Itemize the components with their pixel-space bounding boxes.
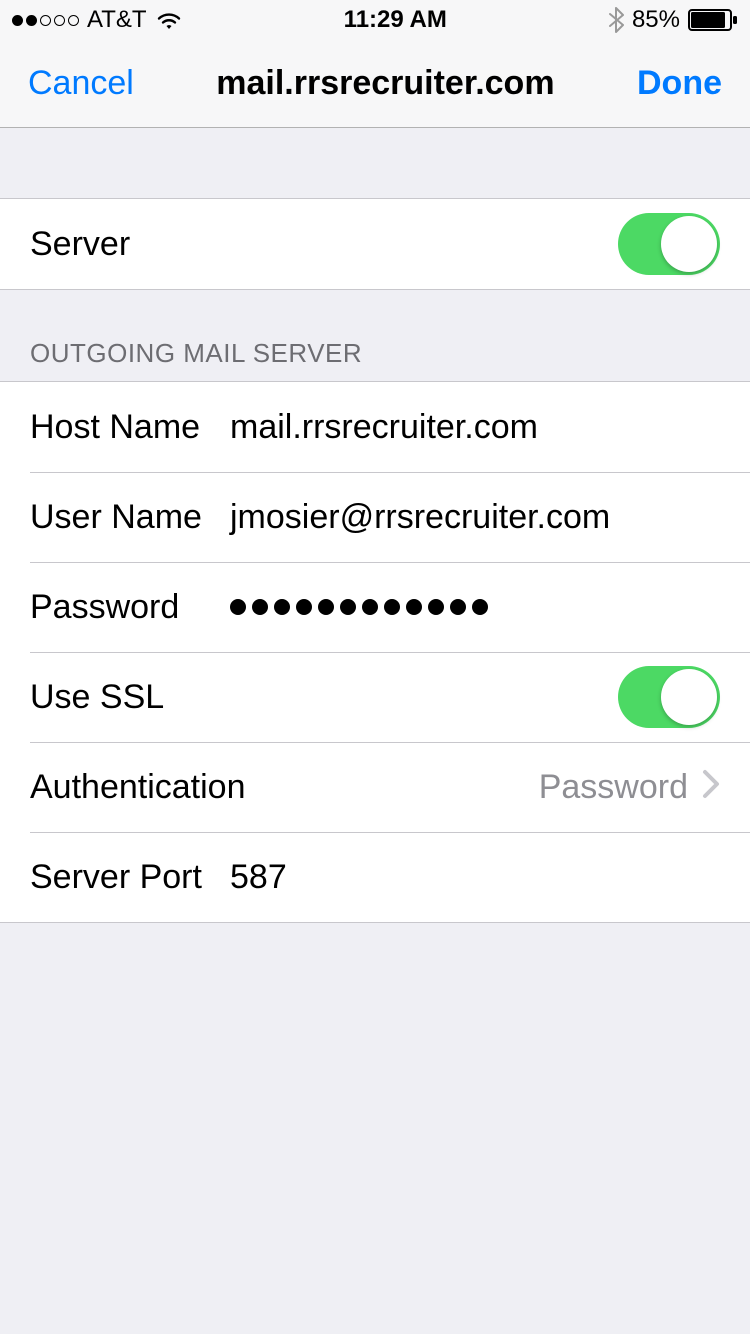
- username-label: User Name: [30, 498, 230, 537]
- battery-icon: [688, 9, 738, 31]
- server-port-row[interactable]: Server Port 587: [0, 832, 750, 922]
- password-dots-icon: [230, 599, 720, 615]
- authentication-row[interactable]: Authentication Password: [0, 742, 750, 832]
- authentication-label: Authentication: [30, 768, 246, 807]
- use-ssl-toggle[interactable]: [618, 666, 720, 728]
- hostname-label: Host Name: [30, 408, 230, 447]
- use-ssl-row: Use SSL: [0, 652, 750, 742]
- battery-percentage: 85%: [632, 6, 680, 34]
- outgoing-section-header: OUTGOING MAIL SERVER: [0, 290, 750, 381]
- username-row[interactable]: User Name jmosier@rrsrecruiter.com: [0, 472, 750, 562]
- nav-bar: Cancel mail.rrsrecruiter.com Done: [0, 40, 750, 128]
- server-label: Server: [30, 225, 130, 264]
- password-value[interactable]: [230, 599, 720, 615]
- hostname-value[interactable]: mail.rrsrecruiter.com: [230, 408, 720, 447]
- server-port-label: Server Port: [30, 858, 230, 897]
- password-row[interactable]: Password: [0, 562, 750, 652]
- use-ssl-label: Use SSL: [30, 678, 164, 717]
- nav-title: mail.rrsrecruiter.com: [134, 64, 637, 103]
- status-time: 11:29 AM: [344, 6, 447, 34]
- server-port-value[interactable]: 587: [230, 858, 720, 897]
- server-row: Server: [0, 199, 750, 289]
- signal-strength-icon: [12, 15, 79, 26]
- status-right: 85%: [608, 6, 738, 34]
- authentication-value: Password: [246, 768, 689, 807]
- chevron-right-icon: [702, 769, 720, 805]
- bluetooth-icon: [608, 7, 624, 33]
- server-toggle-group: Server: [0, 198, 750, 290]
- hostname-row[interactable]: Host Name mail.rrsrecruiter.com: [0, 382, 750, 472]
- status-bar: AT&T 11:29 AM 85%: [0, 0, 750, 40]
- server-toggle[interactable]: [618, 213, 720, 275]
- username-value[interactable]: jmosier@rrsrecruiter.com: [230, 498, 720, 537]
- carrier-label: AT&T: [87, 6, 147, 34]
- status-left: AT&T: [12, 6, 183, 34]
- outgoing-group: Host Name mail.rrsrecruiter.com User Nam…: [0, 381, 750, 923]
- cancel-button[interactable]: Cancel: [28, 64, 134, 103]
- done-button[interactable]: Done: [637, 64, 722, 103]
- wifi-icon: [155, 9, 183, 31]
- password-label: Password: [30, 588, 230, 627]
